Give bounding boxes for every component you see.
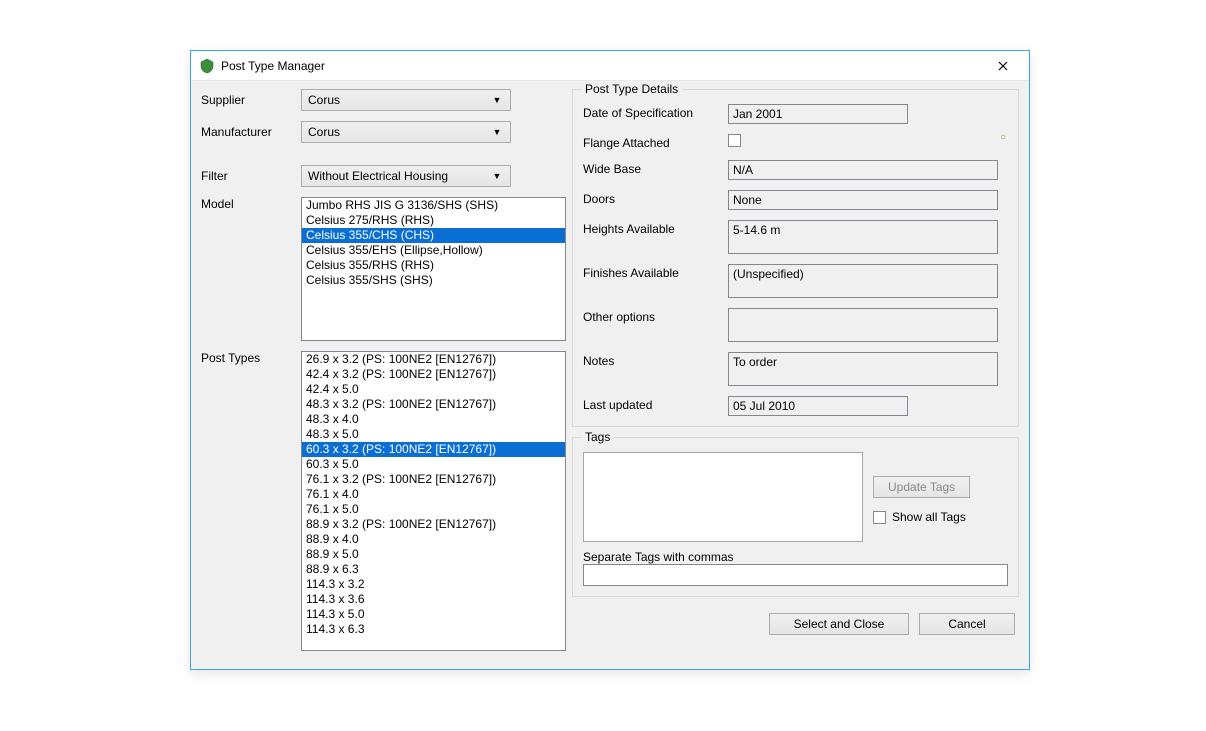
select-and-close-button[interactable]: Select and Close — [769, 613, 909, 635]
flange-checkbox[interactable] — [728, 134, 741, 147]
date-spec-label: Date of Specification — [583, 104, 728, 120]
filter-label: Filter — [201, 169, 301, 183]
list-item[interactable]: 42.4 x 3.2 (PS: 100NE2 [EN12767]) — [302, 367, 565, 382]
close-button[interactable] — [981, 52, 1025, 80]
details-legend: Post Type Details — [581, 82, 682, 96]
list-item[interactable]: 60.3 x 5.0 — [302, 457, 565, 472]
titlebar[interactable]: Post Type Manager — [191, 51, 1029, 81]
list-item[interactable]: 42.4 x 5.0 — [302, 382, 565, 397]
list-item[interactable]: Jumbo RHS JIS G 3136/SHS (SHS) — [302, 198, 565, 213]
list-item[interactable]: 88.9 x 4.0 — [302, 532, 565, 547]
list-item[interactable]: 26.9 x 3.2 (PS: 100NE2 [EN12767]) — [302, 352, 565, 367]
widebase-value: N/A — [728, 160, 998, 180]
other-label: Other options — [583, 308, 728, 324]
date-spec-value: Jan 2001 — [728, 104, 908, 124]
supplier-label: Supplier — [201, 93, 301, 107]
post-types-label: Post Types — [201, 351, 301, 365]
list-item[interactable]: 76.1 x 4.0 — [302, 487, 565, 502]
show-all-tags-label: Show all Tags — [892, 510, 966, 524]
chevron-down-icon: ▼ — [490, 96, 504, 105]
list-item[interactable]: 48.3 x 5.0 — [302, 427, 565, 442]
chevron-down-icon: ▼ — [490, 172, 504, 181]
tags-input[interactable] — [583, 564, 1008, 586]
list-item[interactable]: 48.3 x 3.2 (PS: 100NE2 [EN12767]) — [302, 397, 565, 412]
tags-legend: Tags — [581, 430, 614, 444]
cancel-button[interactable]: Cancel — [919, 613, 1015, 635]
tags-group: Tags Update Tags Show all Tags Separate … — [572, 437, 1019, 597]
filter-value: Without Electrical Housing — [308, 169, 490, 183]
app-icon — [199, 58, 215, 74]
model-label: Model — [201, 197, 301, 211]
supplier-select[interactable]: Corus ▼ — [301, 89, 511, 111]
filter-select[interactable]: Without Electrical Housing ▼ — [301, 165, 511, 187]
update-tags-button[interactable]: Update Tags — [873, 476, 970, 498]
manufacturer-label: Manufacturer — [201, 125, 301, 139]
post-types-list[interactable]: 26.9 x 3.2 (PS: 100NE2 [EN12767])42.4 x … — [301, 351, 566, 651]
separate-tags-label: Separate Tags with commas — [583, 550, 734, 564]
list-item[interactable]: 60.3 x 3.2 (PS: 100NE2 [EN12767]) — [302, 442, 565, 457]
list-item[interactable]: 76.1 x 5.0 — [302, 502, 565, 517]
model-list[interactable]: Jumbo RHS JIS G 3136/SHS (SHS)Celsius 27… — [301, 197, 566, 341]
manufacturer-select[interactable]: Corus ▼ — [301, 121, 511, 143]
doors-value: None — [728, 190, 998, 210]
manufacturer-value: Corus — [308, 125, 490, 139]
window-title: Post Type Manager — [221, 59, 981, 73]
post-type-manager-dialog: Post Type Manager Supplier Corus ▼ Manuf… — [190, 50, 1030, 670]
list-item[interactable]: 114.3 x 3.6 — [302, 592, 565, 607]
supplier-value: Corus — [308, 93, 490, 107]
list-item[interactable]: Celsius 355/RHS (RHS) — [302, 258, 565, 273]
tags-list[interactable] — [583, 452, 863, 542]
heights-label: Heights Available — [583, 220, 728, 236]
list-item[interactable]: 114.3 x 5.0 — [302, 607, 565, 622]
updated-label: Last updated — [583, 396, 728, 412]
dialog-footer: Select and Close Cancel — [572, 607, 1019, 635]
show-all-tags-checkbox[interactable] — [873, 511, 886, 524]
finishes-label: Finishes Available — [583, 264, 728, 280]
status-indicator-icon: ○ — [1000, 132, 1006, 143]
notes-value: To order — [728, 352, 998, 386]
widebase-label: Wide Base — [583, 160, 728, 176]
list-item[interactable]: Celsius 355/SHS (SHS) — [302, 273, 565, 288]
list-item[interactable]: 88.9 x 3.2 (PS: 100NE2 [EN12767]) — [302, 517, 565, 532]
notes-label: Notes — [583, 352, 728, 368]
list-item[interactable]: 88.9 x 5.0 — [302, 547, 565, 562]
chevron-down-icon: ▼ — [490, 128, 504, 137]
list-item[interactable]: 88.9 x 6.3 — [302, 562, 565, 577]
other-value — [728, 308, 998, 342]
post-type-details-group: Post Type Details ○ Date of Specificatio… — [572, 89, 1019, 427]
list-item[interactable]: 76.1 x 3.2 (PS: 100NE2 [EN12767]) — [302, 472, 565, 487]
left-panel: Supplier Corus ▼ Manufacturer Corus ▼ Fi… — [201, 89, 566, 659]
updated-value: 05 Jul 2010 — [728, 396, 908, 416]
list-item[interactable]: 114.3 x 6.3 — [302, 622, 565, 637]
heights-value: 5-14.6 m — [728, 220, 998, 254]
dialog-content: Supplier Corus ▼ Manufacturer Corus ▼ Fi… — [191, 81, 1029, 669]
flange-label: Flange Attached — [583, 134, 728, 150]
right-panel: Post Type Details ○ Date of Specificatio… — [566, 89, 1019, 659]
doors-label: Doors — [583, 190, 728, 206]
finishes-value: (Unspecified) — [728, 264, 998, 298]
list-item[interactable]: Celsius 355/EHS (Ellipse,Hollow) — [302, 243, 565, 258]
list-item[interactable]: 48.3 x 4.0 — [302, 412, 565, 427]
list-item[interactable]: Celsius 275/RHS (RHS) — [302, 213, 565, 228]
list-item[interactable]: 114.3 x 3.2 — [302, 577, 565, 592]
list-item[interactable]: Celsius 355/CHS (CHS) — [302, 228, 565, 243]
